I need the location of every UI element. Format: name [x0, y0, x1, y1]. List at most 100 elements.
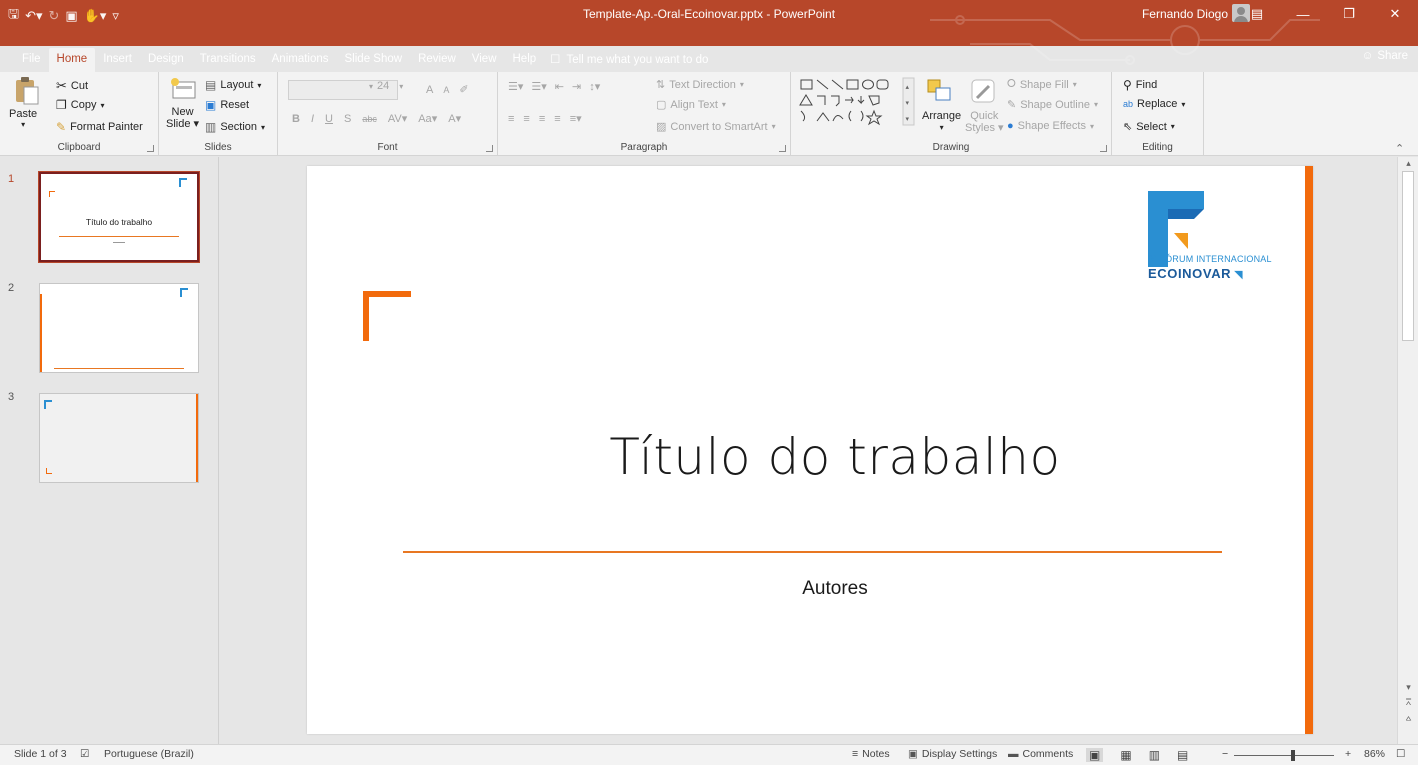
line-spacing-icon[interactable]: ↕▾ — [589, 80, 600, 93]
new-slide-label[interactable]: New Slide ▾ — [166, 106, 199, 130]
dialog-launcher-icon[interactable] — [147, 145, 154, 152]
notes-button[interactable]: ≡ Notes — [852, 748, 890, 760]
zoom-out-icon[interactable]: − — [1222, 748, 1228, 760]
tab-home[interactable]: Home — [48, 48, 96, 72]
align-center-icon[interactable]: ≡ — [523, 113, 529, 125]
user-name[interactable]: Fernando Diogo — [1142, 7, 1228, 21]
font-size-input[interactable]: ▾ 24 ▾ — [369, 80, 403, 92]
fit-to-window-icon[interactable]: ☐ — [1396, 748, 1405, 760]
dialog-launcher-icon[interactable] — [486, 145, 493, 152]
zoom-in-icon[interactable]: + — [1345, 748, 1351, 760]
slide-show-icon[interactable]: ▤ — [1177, 748, 1188, 762]
language-indicator[interactable]: Portuguese (Brazil) — [104, 748, 194, 760]
zoom-slider-knob[interactable] — [1291, 750, 1295, 761]
new-slide-text-2-wrap: Slide ▾ — [166, 118, 200, 130]
strikethrough-button[interactable]: abc — [362, 114, 377, 124]
dialog-launcher-icon[interactable] — [1100, 145, 1107, 152]
slide-thumbnail-2[interactable] — [39, 283, 199, 373]
align-right-icon[interactable]: ≡ — [539, 113, 545, 125]
tab-transitions[interactable]: Transitions — [192, 48, 264, 72]
columns-icon[interactable]: ≡▾ — [570, 112, 582, 125]
shapes-gallery[interactable]: ▴ ▾ ▾ — [799, 77, 917, 130]
bullets-icon[interactable]: ☰▾ — [508, 80, 523, 93]
char-spacing-button[interactable]: AV▾ — [388, 112, 407, 125]
clear-formatting-icon[interactable]: ✐ — [459, 83, 468, 96]
dialog-launcher-icon[interactable] — [779, 145, 786, 152]
tab-design[interactable]: Design — [140, 48, 192, 72]
spell-check-icon[interactable]: ☑ — [80, 748, 89, 760]
arrange-label[interactable]: Arrange ▾ — [922, 110, 961, 134]
tell-me-search[interactable]: ☐ Tell me what you want to do — [550, 48, 708, 72]
increase-indent-icon[interactable]: ⇥ — [572, 80, 581, 93]
slide-subtitle-placeholder[interactable]: Autores — [407, 578, 1263, 600]
align-left-icon[interactable]: ≡ — [508, 113, 514, 125]
text-shadow-button[interactable]: S — [344, 113, 351, 125]
shape-fill-button[interactable]: ⭘ Shape Fill ▾ — [1007, 78, 1077, 91]
tab-file[interactable]: File — [14, 48, 49, 72]
slide-sorter-icon[interactable]: ▦ — [1120, 748, 1131, 762]
new-slide-button[interactable] — [169, 76, 199, 105]
select-button[interactable]: ⇖ Select ▾ — [1123, 120, 1175, 134]
tab-animations[interactable]: Animations — [264, 48, 337, 72]
font-color-button[interactable]: A▾ — [448, 112, 461, 125]
align-text-button[interactable]: ▢ Align Text ▾ — [656, 98, 726, 112]
layout-button[interactable]: ▤ Layout ▾ — [205, 78, 261, 92]
logo-text-ecoinovar: ECOINOVAR ◥ — [1148, 266, 1243, 281]
shrink-font-button[interactable]: A — [443, 85, 449, 95]
shape-effects-button[interactable]: ● Shape Effects ▾ — [1007, 120, 1094, 132]
normal-view-icon[interactable]: ▣ — [1086, 748, 1104, 762]
tab-view[interactable]: View — [464, 48, 505, 72]
cut-button[interactable]: ✂ Cut — [56, 78, 88, 94]
text-direction-button[interactable]: ⇅ Text Direction ▾ — [656, 78, 744, 92]
paste-button[interactable] — [14, 76, 40, 109]
decrease-indent-icon[interactable]: ⇤ — [555, 80, 564, 93]
convert-smartart-label: Convert to SmartArt — [670, 120, 768, 133]
vertical-scrollbar[interactable]: ▴ ▾ ⩞ ⩟ — [1397, 157, 1418, 744]
collapse-ribbon-icon[interactable]: ⌃ — [1395, 142, 1404, 155]
underline-button[interactable]: U — [325, 113, 333, 125]
zoom-level[interactable]: 86% — [1364, 748, 1385, 760]
tab-help[interactable]: Help — [505, 48, 545, 72]
convert-smartart-button[interactable]: ▨ Convert to SmartArt ▾ — [656, 120, 776, 134]
ribbon-display-options-icon[interactable]: ▤ — [1234, 0, 1280, 28]
tab-slide-show[interactable]: Slide Show — [337, 48, 411, 72]
chevron-down-icon: ▾ — [739, 80, 744, 89]
zoom-slider[interactable] — [1234, 755, 1334, 756]
share-button[interactable]: ☺ Share — [1362, 50, 1408, 62]
slide-thumbnail-3[interactable] — [39, 393, 199, 483]
comments-button[interactable]: ▬ Comments — [1008, 748, 1073, 760]
copy-button[interactable]: ❐ Copy ▾ — [56, 98, 104, 112]
numbering-icon[interactable]: ☰▾ — [531, 80, 546, 93]
bold-button[interactable]: B — [292, 113, 300, 125]
previous-slide-icon[interactable]: ⩞ — [1398, 697, 1418, 708]
restore-icon[interactable]: ❐ — [1326, 0, 1372, 28]
scroll-down-icon[interactable]: ▾ — [1398, 682, 1418, 693]
section-button[interactable]: ▥ Section ▾ — [205, 120, 265, 134]
display-settings-button[interactable]: ▣ Display Settings — [908, 748, 997, 760]
scroll-up-icon[interactable]: ▴ — [1398, 158, 1418, 169]
slide-thumbnail-1[interactable]: Título do trabalho — [38, 171, 200, 263]
quick-styles-button[interactable] — [969, 78, 999, 109]
find-button[interactable]: ⚲ Find — [1123, 78, 1157, 92]
slide-title-placeholder[interactable]: Título do trabalho — [407, 428, 1263, 486]
change-case-button[interactable]: Aa▾ — [418, 112, 437, 125]
reset-button[interactable]: ▣ Reset — [205, 98, 249, 112]
shape-outline-button[interactable]: ✎ Shape Outline ▾ — [1007, 98, 1098, 112]
format-painter-button[interactable]: ✎ Format Painter — [56, 120, 143, 134]
minimize-icon[interactable]: — — [1280, 0, 1326, 28]
close-icon[interactable]: ✕ — [1372, 0, 1418, 28]
paste-label[interactable]: Paste ▾ — [9, 108, 37, 129]
scrollbar-thumb[interactable] — [1402, 171, 1414, 341]
slide-canvas[interactable]: 9º FÓRUM INTERNACIONAL ECOINOVAR ◥ Título… — [307, 166, 1313, 734]
tab-review[interactable]: Review — [410, 48, 464, 72]
justify-icon[interactable]: ≡ — [554, 113, 560, 125]
reading-view-icon[interactable]: ▥ — [1149, 748, 1160, 762]
next-slide-icon[interactable]: ⩟ — [1398, 713, 1418, 724]
tab-insert[interactable]: Insert — [95, 48, 140, 72]
italic-button[interactable]: I — [311, 113, 314, 125]
arrange-button[interactable] — [926, 78, 954, 107]
replace-button[interactable]: ab Replace ▾ — [1123, 98, 1185, 110]
grow-font-button[interactable]: A — [426, 84, 433, 96]
quick-styles-label[interactable]: Quick Styles ▾ — [965, 110, 1004, 134]
window-controls: ▤ — ❐ ✕ — [1234, 0, 1418, 28]
